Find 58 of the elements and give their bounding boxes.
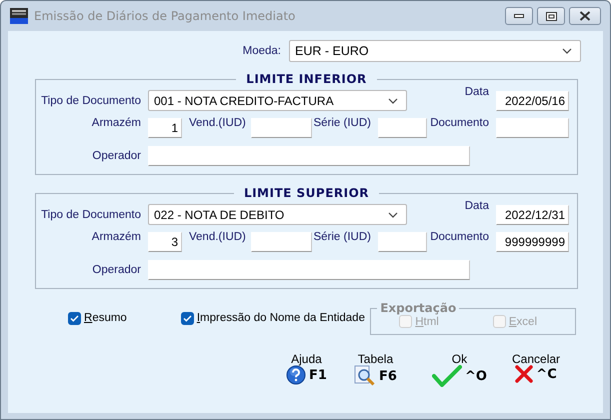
maximize-button[interactable] — [537, 7, 565, 25]
document-field[interactable]: 999999999 — [496, 232, 569, 252]
help-icon — [286, 365, 306, 385]
checkbox[interactable] — [68, 312, 81, 324]
series-field[interactable] — [378, 118, 427, 138]
group-title: LIMITE INFERIOR — [245, 72, 368, 86]
field-label: Vend.(IUD) — [189, 117, 244, 129]
warehouse-field[interactable]: 1 — [148, 118, 182, 138]
warehouse-field[interactable]: 3 — [148, 232, 182, 252]
app-icon — [10, 8, 28, 24]
document-type-dropdown[interactable]: 001 - NOTA CREDITO-FACTURA — [148, 90, 407, 111]
operator-field[interactable] — [148, 260, 470, 280]
field-label: Série (IUD) — [313, 231, 371, 243]
minimize-button[interactable] — [505, 7, 533, 25]
date-field[interactable]: 2022/05/16 — [496, 90, 569, 110]
field-label: Operador — [92, 264, 141, 276]
seller-field[interactable] — [251, 118, 312, 138]
currency-label: Moeda: — [242, 45, 281, 57]
cross-icon — [515, 365, 534, 383]
close-button[interactable] — [569, 7, 601, 25]
field-label: Data — [464, 86, 489, 98]
ok-button[interactable]: Ok ^O — [432, 353, 487, 387]
checkmark-icon — [432, 365, 462, 387]
document-type-dropdown[interactable]: 022 - NOTA DE DEBITO — [148, 204, 407, 225]
checkbox-label[interactable]: Resumo — [84, 312, 127, 324]
field-label: Tipo de Documento — [41, 208, 141, 220]
table-button[interactable]: Tabela F6 — [354, 353, 397, 387]
series-field[interactable] — [378, 232, 427, 252]
checkbox-label[interactable]: Impressão do Nome da Entidade — [196, 312, 365, 324]
document-field[interactable] — [496, 118, 569, 138]
currency-dropdown[interactable]: EUR - EURO — [289, 40, 581, 62]
minimize-icon — [514, 14, 524, 18]
field-label: Série (IUD) — [313, 117, 371, 129]
close-icon — [579, 11, 591, 21]
checkmark-icon — [182, 314, 192, 322]
cancel-button[interactable]: Cancelar ^C — [512, 353, 560, 383]
date-field[interactable]: 2022/12/31 — [496, 204, 569, 224]
chevron-down-icon — [388, 98, 398, 104]
field-label: Data — [464, 200, 489, 212]
field-label: Tipo de Documento — [41, 94, 141, 106]
checkbox[interactable] — [180, 312, 194, 324]
chevron-down-icon — [388, 212, 398, 218]
seller-field[interactable] — [251, 232, 312, 252]
field-label: Armazém — [92, 231, 141, 243]
field-label: Armazém — [92, 117, 141, 129]
chevron-down-icon — [562, 48, 572, 54]
field-label: Documento — [430, 117, 489, 129]
export-group-title: Exportação — [379, 301, 458, 315]
maximize-icon — [546, 12, 556, 20]
field-label: Operador — [92, 150, 141, 162]
field-label: Vend.(IUD) — [189, 231, 244, 243]
window-title: Emissão de Diários de Pagamento Imediato — [34, 9, 296, 23]
checkmark-icon — [70, 314, 79, 322]
field-label: Documento — [430, 231, 489, 243]
group-title: LIMITE SUPERIOR — [242, 186, 370, 200]
search-document-icon — [354, 365, 376, 387]
operator-field[interactable] — [148, 146, 470, 166]
help-button[interactable]: Ajuda F1 — [286, 353, 327, 385]
